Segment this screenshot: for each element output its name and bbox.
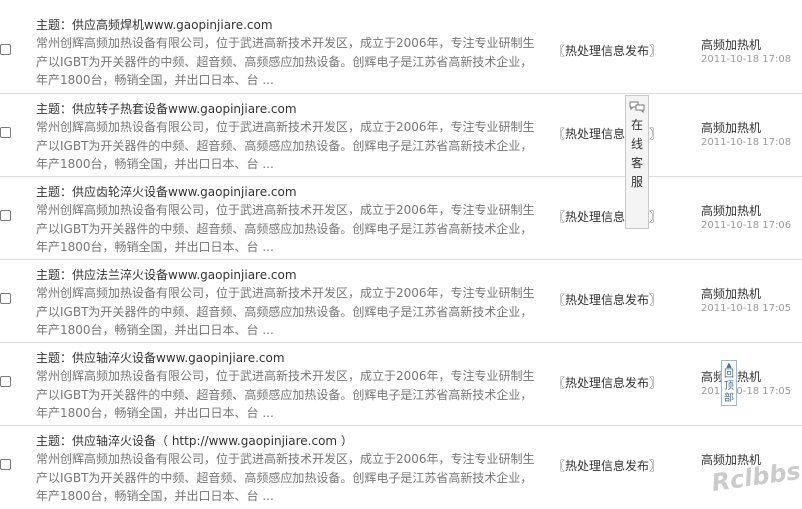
topic-category[interactable]: 〖热处理信息发布〗 (553, 42, 661, 59)
select-checkbox[interactable] (0, 376, 11, 387)
topic-title[interactable]: 主题：供应齿轮淬火设备www.gaopinjiare.com (36, 183, 297, 200)
topic-date: 2011-10-18 17:05 (701, 303, 792, 314)
select-checkbox[interactable] (0, 127, 11, 138)
table-row: 主题：供应轴淬火设备（ http://www.gaopinjiare.com ）… (0, 426, 802, 509)
topic-title[interactable]: 主题：供应转子热套设备www.gaopinjiare.com (36, 100, 297, 117)
topic-category[interactable]: 〖热处理信息发布〗 (553, 374, 661, 391)
topic-date: 2011-10-18 17:08 (701, 137, 792, 148)
topic-category[interactable]: 〖热处理信息发布〗 (553, 457, 661, 474)
topic-list: 主题：供应高频焊机www.gaopinjiare.com 常州创辉高频加热设备有… (0, 0, 802, 509)
table-row: 主题：供应高频焊机www.gaopinjiare.com 常州创辉高频加热设备有… (0, 0, 802, 94)
topic-title[interactable]: 主题：供应轴淬火设备www.gaopinjiare.com (36, 349, 285, 366)
chat-bubble-icon (629, 100, 645, 114)
topic-description: 常州创辉高频加热设备有限公司，位于武进高新技术开发区，成立于2006年，专注专业… (36, 369, 535, 420)
arrow-up-icon: ▲ (726, 361, 732, 369)
select-checkbox[interactable] (0, 293, 11, 304)
totop-char: 顶 (724, 381, 734, 392)
topic-title[interactable]: 主题：供应高频焊机www.gaopinjiare.com (36, 16, 273, 33)
topic-author[interactable]: 高频加热机 (701, 36, 761, 53)
select-checkbox[interactable] (0, 210, 11, 221)
topic-category[interactable]: 〖热处理信息发布〗 (553, 291, 661, 308)
topic-author[interactable]: 高频加热机 (701, 119, 761, 136)
table-row: 主题：供应法兰淬火设备www.gaopinjiare.com 常州创辉高频加热设… (0, 260, 802, 343)
topic-title[interactable]: 主题：供应法兰淬火设备www.gaopinjiare.com (36, 266, 297, 283)
table-row: 主题：供应齿轮淬火设备www.gaopinjiare.com 常州创辉高频加热设… (0, 177, 802, 260)
select-checkbox[interactable] (0, 459, 11, 470)
service-char: 在 (630, 118, 643, 132)
topic-description: 常州创辉高频加热设备有限公司，位于武进高新技术开发区，成立于2006年，专注专业… (36, 286, 535, 337)
table-row: 主题：供应转子热套设备www.gaopinjiare.com 常州创辉高频加热设… (0, 94, 802, 177)
topic-description: 常州创辉高频加热设备有限公司，位于武进高新技术开发区，成立于2006年，专注专业… (36, 203, 535, 254)
topic-date: 2011-10-18 17:05 (701, 386, 792, 397)
select-checkbox[interactable] (0, 44, 11, 55)
back-to-top-button[interactable]: ▲ 回 顶 部 (721, 360, 737, 406)
topic-author[interactable]: 高频加热机 (701, 285, 761, 302)
topic-author[interactable]: 高频加热机 (701, 202, 761, 219)
topic-date: 2011-10-18 17:06 (701, 220, 792, 231)
topic-date: 2011-10-18 17:08 (701, 54, 792, 65)
service-char: 服 (630, 175, 643, 189)
service-char: 线 (630, 137, 643, 151)
totop-char: 回 (724, 369, 734, 380)
totop-char: 部 (724, 393, 734, 404)
online-service-panel[interactable]: 在 线 客 服 (625, 95, 649, 229)
topic-description: 常州创辉高频加热设备有限公司，位于武进高新技术开发区，成立于2006年，专注专业… (36, 120, 535, 171)
topic-title[interactable]: 主题：供应轴淬火设备（ http://www.gaopinjiare.com ） (36, 432, 353, 449)
topic-description: 常州创辉高频加热设备有限公司，位于武进高新技术开发区，成立于2006年，专注专业… (36, 452, 535, 503)
topic-description: 常州创辉高频加热设备有限公司，位于武进高新技术开发区，成立于2006年，专注专业… (36, 36, 535, 87)
service-char: 客 (630, 156, 643, 170)
table-row: 主题：供应轴淬火设备www.gaopinjiare.com 常州创辉高频加热设备… (0, 343, 802, 426)
